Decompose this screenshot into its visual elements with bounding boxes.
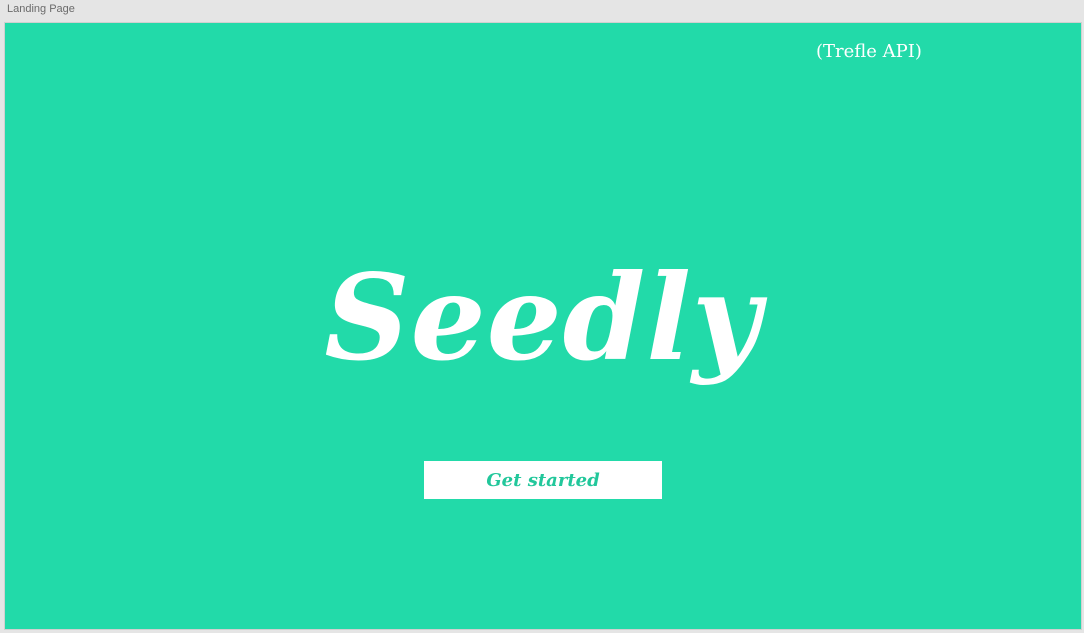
api-tag: (Trefle API): [816, 41, 922, 62]
artboard-label: Landing Page: [7, 3, 75, 15]
get-started-button[interactable]: Get started: [424, 461, 662, 499]
get-started-label: Get started: [486, 469, 600, 491]
brand-logo: Seedly: [324, 248, 762, 387]
landing-page: (Trefle API) Seedly Get started: [5, 23, 1081, 629]
